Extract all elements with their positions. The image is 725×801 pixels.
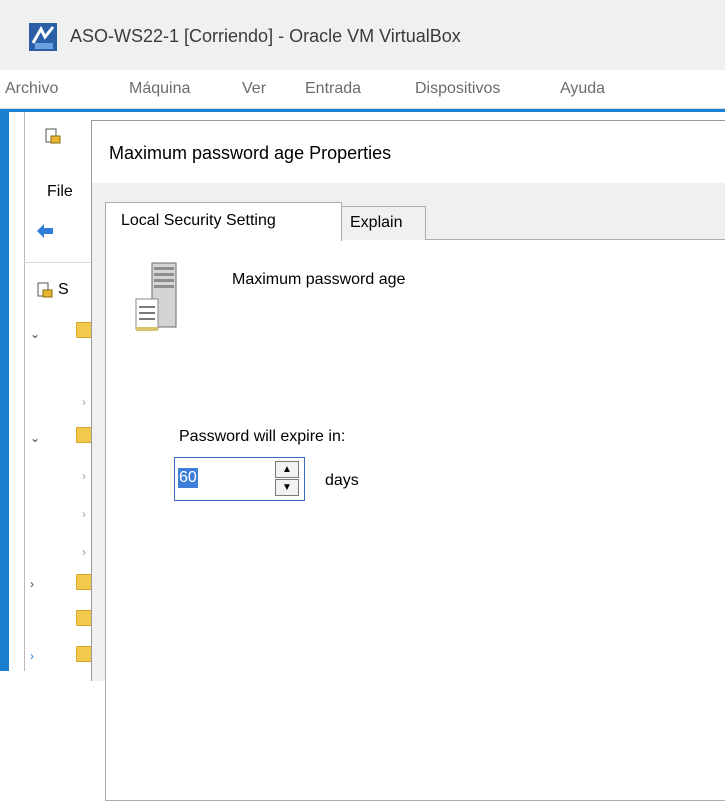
server-document-icon [135,262,177,331]
tab-local-security-setting[interactable]: Local Security Setting [105,202,342,241]
window-title: ASO-WS22-1 [Corriendo] - Oracle VM Virtu… [70,26,461,46]
tab-label: Local Security Setting [121,212,276,229]
chevron-down-icon[interactable]: ⌄ [30,328,42,340]
tab-label: Explain [350,214,403,231]
menu-entrada[interactable]: Entrada [305,80,361,98]
mmc-separator [24,262,91,263]
dialog-title: Maximum password age Properties [109,143,392,163]
policy-icon [45,128,61,144]
virtualbox-logo-icon [29,23,57,51]
properties-dialog: Maximum password age Properties Local Se… [91,120,725,801]
spin-up-icon[interactable]: ▲ [275,461,299,478]
policy-icon [37,282,53,298]
menu-ver[interactable]: Ver [242,80,266,98]
dialog-titlebar[interactable]: Maximum password age Properties [92,121,725,183]
menu-dispositivos[interactable]: Dispositivos [415,80,500,98]
setting-name: Maximum password age [232,271,406,288]
back-arrow-icon[interactable] [35,222,55,240]
chevron-down-icon[interactable]: ⌄ [30,432,42,444]
menu-ayuda[interactable]: Ayuda [560,80,605,98]
guest-border-top [0,109,725,112]
expire-days-stepper[interactable]: 60 ▲ ▼ [174,457,305,501]
guest-border [0,109,9,671]
mmc-file-menu[interactable]: File [47,183,73,201]
expire-days-value[interactable]: 60 [178,468,198,488]
spin-down-icon[interactable]: ▼ [275,479,299,496]
chevron-right-icon[interactable]: › [30,650,42,662]
chevron-right-icon[interactable]: › [30,578,42,590]
tab-panel [105,239,725,801]
virtualbox-titlebar: ASO-WS22-1 [Corriendo] - Oracle VM Virtu… [0,0,725,70]
tab-explain[interactable]: Explain [341,206,426,240]
stepper-buttons: ▲ ▼ [273,459,302,497]
expire-label: Password will expire in: [179,428,346,445]
menu-archivo[interactable]: Archivo [5,80,58,98]
days-unit-label: days [325,472,359,489]
menu-maquina[interactable]: Máquina [129,80,190,98]
tree-root-label[interactable]: S [58,281,69,299]
virtualbox-menubar: Archivo Máquina Ver Entrada Dispositivos… [0,70,725,109]
